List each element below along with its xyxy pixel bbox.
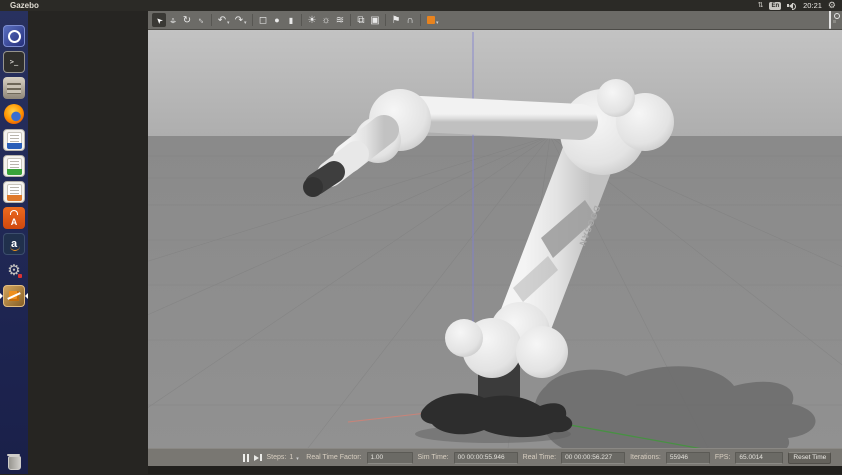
iterations-value: 55946	[666, 452, 710, 464]
clock[interactable]: 20:21	[803, 1, 822, 10]
indicator-area: ⇅ En 20:21 ⚙	[758, 1, 836, 10]
align-icon: ⚑	[392, 15, 401, 26]
window-frame	[28, 11, 148, 474]
align-tool-button[interactable]: ⚑	[389, 13, 403, 27]
render-view-area: ➤ ↔ ↕ ↻ ⇔ ↶ ▾ ↷ ▾ ◻ ● ▮ ☀ ☼ ≋ ⧉ ▣ ⚑ ∩ ▾	[148, 11, 842, 474]
ubuntu-dash-icon	[3, 25, 25, 47]
redo-history-dropdown[interactable]: ▾	[244, 15, 249, 26]
step-button[interactable]	[254, 454, 262, 461]
real-time-factor-value: 1.00	[367, 452, 413, 464]
dock-item-terminal[interactable]: >_	[2, 50, 26, 74]
view-angle-dropdown[interactable]: ▾	[436, 15, 441, 26]
translate-tool-button[interactable]: ↔ ↕	[166, 13, 180, 27]
screenshot-button[interactable]	[829, 11, 831, 29]
trash-icon	[3, 452, 25, 474]
3d-viewport[interactable]: DOOSAN	[148, 30, 842, 448]
network-icon[interactable]: ⇅	[758, 1, 764, 10]
box-icon: ◻	[259, 15, 267, 26]
dock-item-amazon[interactable]: a	[2, 232, 26, 256]
step-icon	[254, 455, 259, 461]
cylinder-icon: ▮	[289, 16, 293, 25]
firefox-icon	[3, 103, 25, 125]
dock-item-libreoffice-writer[interactable]	[2, 128, 26, 152]
real-time-factor-label: Real Time Factor:	[306, 454, 361, 461]
viewport-3d-scene: DOOSAN	[148, 30, 842, 448]
camera-icon	[829, 10, 831, 29]
sim-time-label: Sim Time:	[418, 454, 449, 461]
point-light-icon: ☀	[308, 15, 317, 26]
dock-item-ubuntu-software[interactable]: A	[2, 206, 26, 230]
fps-label: FPS:	[715, 454, 731, 461]
sim-time-value: 00 00:00:55.946	[454, 452, 518, 464]
directional-light-icon: ≋	[336, 15, 344, 26]
pause-button[interactable]	[243, 454, 249, 462]
terminal-icon: >_	[3, 51, 25, 73]
fps-value: 65.0014	[735, 452, 783, 464]
libreoffice-writer-icon	[3, 129, 25, 151]
redo-icon: ↷	[235, 15, 243, 26]
session-gear-icon[interactable]: ⚙	[828, 1, 836, 10]
real-time-value: 00 00:00:56.227	[561, 452, 625, 464]
dock-item-gazebo[interactable]	[2, 284, 26, 308]
scale-icon: ⇔	[194, 13, 207, 26]
directional-light-button[interactable]: ≋	[333, 13, 347, 27]
insert-cylinder-button[interactable]: ▮	[284, 13, 298, 27]
sphere-icon: ●	[274, 15, 279, 25]
ubuntu-software-icon: A	[3, 207, 25, 229]
file-manager-icon	[3, 77, 25, 99]
rotate-tool-button[interactable]: ↻	[180, 13, 194, 27]
spot-light-icon: ☼	[321, 15, 330, 26]
gazebo-toolbar: ➤ ↔ ↕ ↻ ⇔ ↶ ▾ ↷ ▾ ◻ ● ▮ ☀ ☼ ≋ ⧉ ▣ ⚑ ∩ ▾	[148, 11, 842, 30]
scale-tool-button[interactable]: ⇔	[194, 13, 208, 27]
paste-button[interactable]: ▣	[368, 13, 382, 27]
insert-sphere-button[interactable]: ●	[270, 13, 284, 27]
reset-time-button[interactable]: Reset Time	[788, 452, 831, 464]
dock-item-system-settings[interactable]: ⚙	[2, 258, 26, 282]
system-settings-icon: ⚙	[3, 259, 25, 281]
real-time-label: Real Time:	[523, 454, 556, 461]
libreoffice-calc-icon	[3, 155, 25, 177]
spot-light-button[interactable]: ☼	[319, 13, 333, 27]
undo-icon: ↶	[218, 15, 226, 26]
amazon-icon: a	[3, 233, 25, 255]
copy-button[interactable]: ⧉	[354, 13, 368, 27]
focused-indicator-arrow	[25, 293, 28, 299]
point-light-button[interactable]: ☀	[305, 13, 319, 27]
dock-item-firefox[interactable]	[2, 102, 26, 126]
dock-item-file-manager[interactable]	[2, 76, 26, 100]
rotate-icon: ↻	[183, 15, 191, 26]
snap-tool-button[interactable]: ∩	[403, 13, 417, 27]
copy-icon: ⧉	[357, 15, 364, 26]
dock-item-trash[interactable]	[2, 451, 26, 475]
dock-item-libreoffice-calc[interactable]	[2, 154, 26, 178]
steps-label: Steps:	[267, 454, 287, 461]
snap-magnet-icon: ∩	[406, 15, 413, 26]
view-angle-cube-icon	[427, 16, 435, 24]
insert-box-button[interactable]: ◻	[256, 13, 270, 27]
app-menu-title[interactable]: Gazebo	[10, 1, 39, 10]
select-tool-button[interactable]: ➤	[152, 13, 166, 27]
iterations-label: Iterations:	[630, 454, 661, 461]
robot-forearm-link	[420, 114, 580, 122]
dock-item-ubuntu-dash[interactable]	[2, 24, 26, 48]
steps-spinner[interactable]: ▾	[296, 453, 301, 462]
cursor-arrow-icon: ➤	[153, 14, 164, 25]
dock-item-libreoffice-impress[interactable]	[2, 180, 26, 204]
simulation-statusbar: Steps: 1 ▾ Real Time Factor: 1.00 Sim Ti…	[148, 448, 842, 466]
keyboard-layout-indicator[interactable]: En	[769, 2, 781, 10]
volume-icon[interactable]	[787, 2, 797, 10]
steps-value[interactable]: 1	[289, 454, 293, 461]
libreoffice-impress-icon	[3, 181, 25, 203]
ubuntu-menubar: Gazebo ⇅ En 20:21 ⚙	[0, 0, 842, 11]
paste-icon: ▣	[370, 15, 379, 26]
gazebo-icon	[3, 285, 25, 307]
window-bottom-edge	[148, 466, 842, 474]
launcher-dock: >_ A a ⚙	[0, 11, 28, 474]
